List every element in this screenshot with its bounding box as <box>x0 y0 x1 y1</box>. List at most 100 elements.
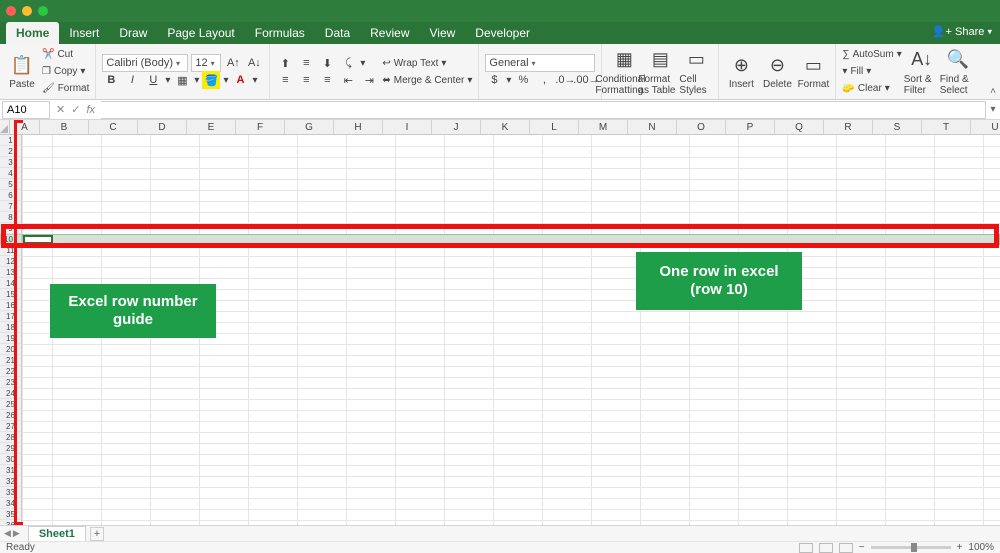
align-top-icon[interactable]: ⬆ <box>276 54 294 72</box>
expand-formula-bar-icon[interactable]: ▾ <box>986 104 1000 115</box>
font-size-select[interactable]: 12▾ <box>191 54 221 72</box>
cell-styles-button[interactable]: ▭Cell Styles <box>680 47 712 97</box>
cut-button[interactable]: ✂️Cut <box>42 47 89 63</box>
column-header-H[interactable]: H <box>334 120 383 134</box>
sheet-tab-active[interactable]: Sheet1 <box>28 526 86 542</box>
column-header-G[interactable]: G <box>285 120 334 134</box>
zoom-in-icon[interactable]: + <box>957 542 963 553</box>
tab-page-layout[interactable]: Page Layout <box>157 22 244 44</box>
format-as-table-button[interactable]: ▤Format as Table <box>644 47 676 97</box>
column-header-B[interactable]: B <box>40 120 89 134</box>
column-header-U[interactable]: U <box>971 120 1000 134</box>
column-header-T[interactable]: T <box>922 120 971 134</box>
comma-icon[interactable]: , <box>535 71 553 89</box>
chevron-down-icon[interactable]: ▾ <box>194 75 199 86</box>
active-cell[interactable] <box>23 235 53 244</box>
sheet-nav-last-icon[interactable]: ▶ <box>13 528 20 539</box>
chevron-down-icon[interactable]: ▾ <box>223 75 228 86</box>
column-header-P[interactable]: P <box>726 120 775 134</box>
enter-formula-icon[interactable]: ✓ <box>71 103 80 116</box>
conditional-formatting-button[interactable]: ▦Conditional Formatting <box>608 47 640 97</box>
column-header-I[interactable]: I <box>383 120 432 134</box>
sheet-nav-first-icon[interactable]: ◀ <box>4 528 11 539</box>
zoom-thumb[interactable] <box>911 543 917 552</box>
column-header-M[interactable]: M <box>579 120 628 134</box>
zoom-window-icon[interactable] <box>38 6 48 16</box>
fill-button[interactable]: ▾Fill▾ <box>842 64 901 80</box>
paste-button[interactable]: 📋 Paste <box>6 47 38 97</box>
select-all-button[interactable] <box>0 120 10 134</box>
column-header-Q[interactable]: Q <box>775 120 824 134</box>
column-header-D[interactable]: D <box>138 120 187 134</box>
decrease-decimal-icon[interactable]: .00→ <box>577 71 595 89</box>
fill-color-button[interactable]: 🪣 <box>202 71 220 89</box>
tab-home[interactable]: Home <box>6 22 59 44</box>
tab-review[interactable]: Review <box>360 22 419 44</box>
page-layout-view-icon[interactable] <box>819 543 833 553</box>
column-header-E[interactable]: E <box>187 120 236 134</box>
align-center-icon[interactable]: ≡ <box>297 71 315 89</box>
collapse-ribbon-icon[interactable]: ˄ <box>990 86 996 97</box>
percent-icon[interactable]: % <box>514 71 532 89</box>
column-header-C[interactable]: C <box>89 120 138 134</box>
page-break-view-icon[interactable] <box>839 543 853 553</box>
chevron-down-icon[interactable]: ▾ <box>360 58 365 69</box>
column-header-K[interactable]: K <box>481 120 530 134</box>
align-left-icon[interactable]: ≡ <box>276 71 294 89</box>
chevron-down-icon[interactable]: ▾ <box>506 75 511 86</box>
close-window-icon[interactable] <box>6 6 16 16</box>
column-header-L[interactable]: L <box>530 120 579 134</box>
autosum-button[interactable]: ∑AutoSum▾ <box>842 47 901 63</box>
align-middle-icon[interactable]: ≡ <box>297 54 315 72</box>
font-name-select[interactable]: Calibri (Body)▾ <box>102 54 188 72</box>
number-format-select[interactable]: General▾ <box>485 54 595 72</box>
copy-button[interactable]: ❐Copy▾ <box>42 64 89 80</box>
tab-data[interactable]: Data <box>315 22 360 44</box>
selected-row[interactable] <box>22 234 1000 245</box>
borders-button[interactable]: ▦ <box>173 71 191 89</box>
name-box[interactable]: A10 <box>2 101 50 119</box>
normal-view-icon[interactable] <box>799 543 813 553</box>
chevron-down-icon[interactable]: ▾ <box>165 75 170 86</box>
align-right-icon[interactable]: ≡ <box>318 71 336 89</box>
tab-draw[interactable]: Draw <box>109 22 157 44</box>
wrap-text-button[interactable]: ↩Wrap Text▾ <box>382 55 472 71</box>
merge-center-button[interactable]: ⬌Merge & Center▾ <box>382 72 472 88</box>
cancel-formula-icon[interactable]: ✕ <box>56 103 65 116</box>
sort-filter-button[interactable]: A↓Sort & Filter <box>906 47 938 97</box>
column-header-N[interactable]: N <box>628 120 677 134</box>
clear-button[interactable]: 🧽Clear▾ <box>842 81 901 97</box>
currency-icon[interactable]: $ <box>485 71 503 89</box>
increase-indent-icon[interactable]: ⇥ <box>360 71 378 89</box>
align-bottom-icon[interactable]: ⬇ <box>318 54 336 72</box>
zoom-slider[interactable] <box>871 546 951 549</box>
bold-button[interactable]: B <box>102 71 120 89</box>
decrease-indent-icon[interactable]: ⇤ <box>339 71 357 89</box>
fx-icon[interactable]: fx <box>86 104 95 116</box>
find-select-button[interactable]: 🔍Find & Select <box>942 47 974 97</box>
zoom-out-icon[interactable]: − <box>859 542 865 553</box>
add-sheet-button[interactable]: + <box>90 527 104 541</box>
column-header-R[interactable]: R <box>824 120 873 134</box>
column-header-F[interactable]: F <box>236 120 285 134</box>
font-color-button[interactable]: A <box>231 71 249 89</box>
tab-insert[interactable]: Insert <box>59 22 109 44</box>
orientation-icon[interactable]: ⤹ <box>339 54 357 72</box>
underline-button[interactable]: U <box>144 71 162 89</box>
format-painter-button[interactable]: 🖌Format <box>42 81 89 97</box>
chevron-down-icon[interactable]: ▾ <box>252 75 257 86</box>
column-header-O[interactable]: O <box>677 120 726 134</box>
italic-button[interactable]: I <box>123 71 141 89</box>
increase-font-icon[interactable]: A↑ <box>224 54 242 72</box>
format-cells-button[interactable]: ▭Format <box>797 47 829 97</box>
tab-view[interactable]: View <box>420 22 466 44</box>
column-header-S[interactable]: S <box>873 120 922 134</box>
column-header-J[interactable]: J <box>432 120 481 134</box>
delete-cells-button[interactable]: ⊖Delete <box>761 47 793 97</box>
decrease-font-icon[interactable]: A↓ <box>245 54 263 72</box>
insert-cells-button[interactable]: ⊕Insert <box>725 47 757 97</box>
formula-input[interactable] <box>101 101 986 119</box>
tab-formulas[interactable]: Formulas <box>245 22 315 44</box>
share-button[interactable]: 👤+ Share ▾ <box>932 25 992 38</box>
minimize-window-icon[interactable] <box>22 6 32 16</box>
